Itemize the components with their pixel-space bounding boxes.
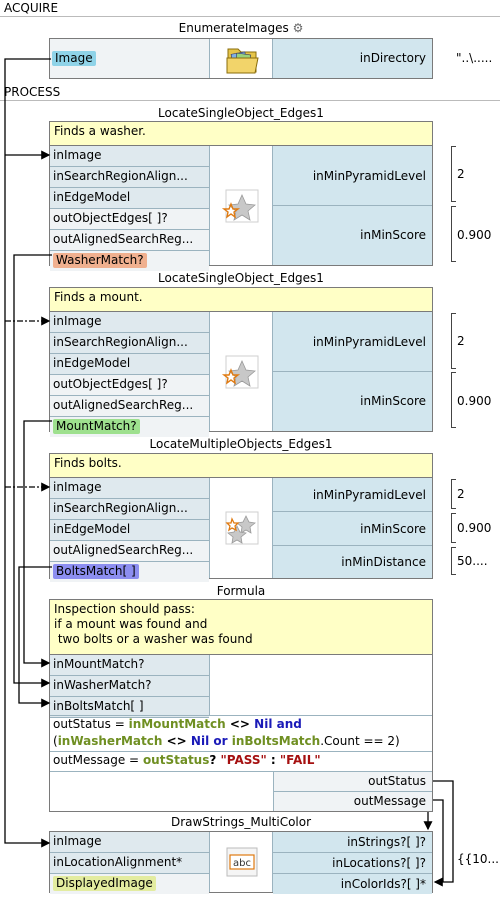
wire-washer-match: [13, 254, 52, 688]
wire-image-to-draw: [4, 58, 51, 848]
wire-mount-match: [23, 420, 52, 668]
connection-wires: [4, 58, 454, 887]
wire-out-message: [433, 799, 444, 882]
